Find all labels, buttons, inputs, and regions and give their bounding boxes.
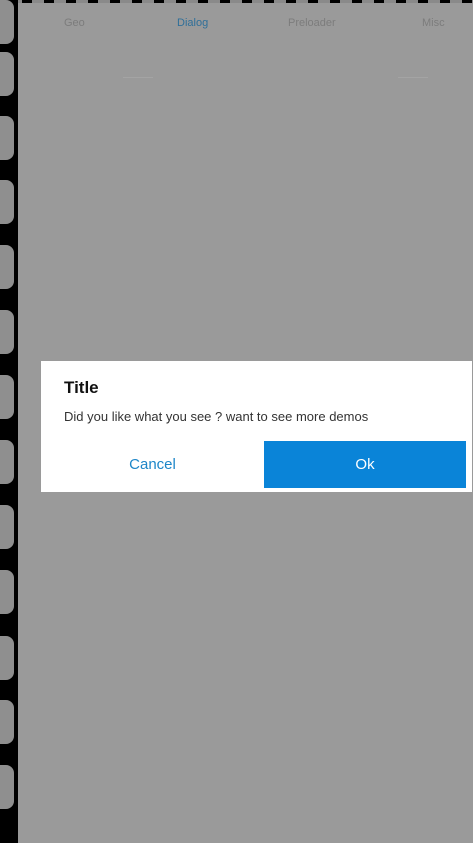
- edge-notch: [0, 375, 14, 419]
- left-edge: [0, 0, 18, 843]
- tab-dialog[interactable]: Dialog: [177, 17, 208, 29]
- tab-misc[interactable]: Misc: [422, 17, 445, 29]
- edge-notch: [0, 636, 14, 680]
- tab-bar: Geo Dialog Preloader Misc: [18, 3, 473, 47]
- dimmed-overlay[interactable]: Geo Dialog Preloader Misc Title Did you …: [18, 3, 473, 843]
- edge-notch: [0, 245, 14, 289]
- dialog-message: Did you like what you see ? want to see …: [64, 409, 369, 424]
- edge-notch: [0, 0, 14, 44]
- edge-notch: [0, 505, 14, 549]
- edge-notch: [0, 180, 14, 224]
- dialog-title: Title: [64, 378, 99, 397]
- edge-notch: [0, 570, 14, 614]
- edge-notch: [0, 52, 14, 96]
- tab-preloader[interactable]: Preloader: [288, 17, 336, 29]
- edge-notch: [0, 116, 14, 160]
- dialog: Title Did you like what you see ? want t…: [41, 361, 472, 492]
- edge-notch: [0, 310, 14, 354]
- ok-button[interactable]: Ok: [264, 441, 466, 488]
- cancel-button[interactable]: Cancel: [41, 441, 264, 488]
- edge-notch: [0, 440, 14, 484]
- divider: [123, 77, 153, 78]
- edge-notch: [0, 700, 14, 744]
- edge-notch: [0, 765, 14, 809]
- divider: [398, 77, 428, 78]
- app-window: Geo Dialog Preloader Misc Title Did you …: [0, 0, 473, 843]
- tab-geo[interactable]: Geo: [64, 17, 85, 29]
